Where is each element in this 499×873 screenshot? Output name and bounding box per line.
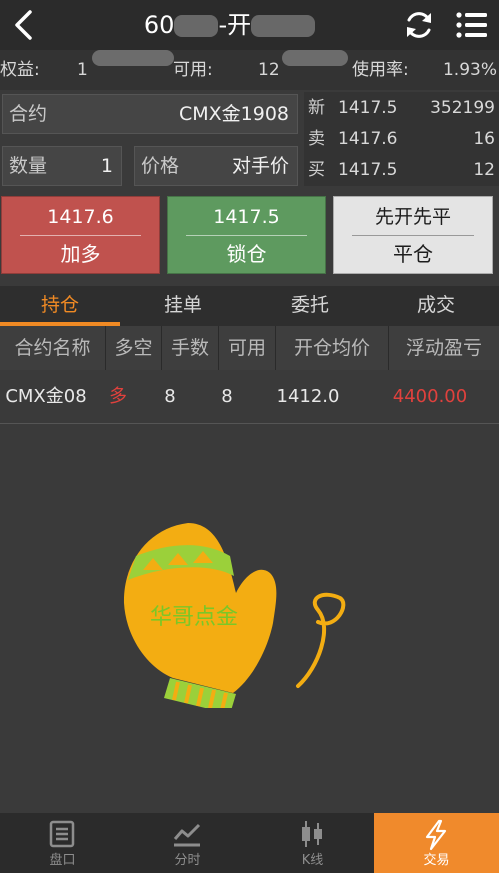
- close-label: 平仓: [393, 242, 433, 266]
- title-prefix: 60: [143, 11, 175, 39]
- position-tabs: 持仓 挂单 委托 成交: [0, 286, 499, 326]
- col-avg-price: 开仓均价: [276, 326, 389, 370]
- list-menu-icon: [456, 12, 487, 38]
- price-label: 价格: [141, 155, 180, 177]
- contract-selector[interactable]: 合约 CMX金1908: [2, 94, 298, 134]
- col-direction: 多空: [106, 326, 162, 370]
- nav-kline[interactable]: K线: [250, 813, 375, 873]
- account-info-bar: 权益: 1 可用: 12 使用率: 1.93%: [0, 50, 499, 90]
- tab-pending[interactable]: 挂单: [123, 286, 243, 326]
- nav-kline-label: K线: [301, 853, 324, 868]
- timeshare-chart-icon: [173, 823, 201, 847]
- row-contract: CMX金08: [5, 386, 87, 407]
- tab-trades[interactable]: 成交: [376, 286, 496, 326]
- bottom-navigation: 盘口 分时 K线 交易: [0, 813, 499, 873]
- available-value: 12: [258, 50, 348, 90]
- quantity-field[interactable]: 数量 1: [2, 146, 122, 186]
- quantity-label: 数量: [9, 155, 48, 177]
- mitten-watermark: 华哥点金: [118, 518, 358, 714]
- quote-row-last: 新 1417.5 352199: [308, 98, 495, 118]
- close-position-button[interactable]: 先开先平 平仓: [333, 196, 493, 274]
- buy-long-label: 加多: [60, 242, 101, 266]
- row-lots: 8: [164, 386, 176, 407]
- equity-value: 1: [77, 50, 174, 90]
- col-lots: 手数: [162, 326, 219, 370]
- row-avg-price: 1412.0: [276, 386, 340, 407]
- title-middle: -开: [218, 11, 252, 39]
- lock-position-button[interactable]: 1417.5 锁仓: [167, 196, 326, 274]
- nav-timeshare-label: 分时: [174, 853, 201, 868]
- refresh-icon: [407, 12, 431, 38]
- quantity-value: 1: [100, 155, 113, 177]
- nav-orderbook[interactable]: 盘口: [0, 813, 125, 873]
- nav-timeshare[interactable]: 分时: [125, 813, 250, 873]
- buy-long-price: 1417.6: [47, 206, 114, 228]
- equity-label: 权益:: [0, 60, 40, 80]
- candlestick-icon: [302, 821, 322, 847]
- row-direction: 多: [109, 386, 127, 407]
- contract-label: 合约: [9, 103, 48, 125]
- positions-table-header: 合约名称 多空 手数 可用 开仓均价 浮动盈亏: [0, 326, 499, 370]
- usage-label: 使用率:: [352, 60, 409, 80]
- price-value: 对手价: [231, 155, 289, 177]
- available-label: 可用:: [173, 60, 213, 80]
- redacted-block: [251, 15, 316, 37]
- quote-panel: 新 1417.5 352199 卖 1417.6 16 买 1417.5 12: [304, 92, 499, 186]
- nav-trade[interactable]: 交易: [374, 813, 499, 873]
- chevron-left-icon: [15, 10, 32, 40]
- contract-value: CMX金1908: [178, 103, 289, 125]
- nav-orderbook-label: 盘口: [49, 853, 76, 868]
- lock-label: 锁仓: [226, 242, 267, 266]
- col-contract: 合约名称: [0, 326, 106, 370]
- col-pnl: 浮动盈亏: [405, 337, 482, 359]
- back-button[interactable]: [8, 8, 42, 42]
- quote-row-ask: 卖 1417.6 16: [308, 129, 495, 149]
- mitten-icon: 华哥点金: [123, 523, 346, 714]
- nav-trade-label: 交易: [423, 853, 450, 868]
- menu-button[interactable]: [454, 8, 490, 42]
- refresh-button[interactable]: [402, 8, 436, 42]
- close-mode-label: 先开先平: [374, 206, 451, 228]
- buy-long-button[interactable]: 1417.6 加多: [1, 196, 160, 274]
- usage-value: 1.93%: [442, 60, 497, 80]
- lightning-icon: [425, 819, 447, 851]
- page-title: 60 -开: [60, 0, 399, 50]
- table-row[interactable]: CMX金08 多 8 8 1412.0 4400.00: [0, 370, 499, 424]
- watermark-text: 华哥点金: [150, 605, 238, 630]
- top-bar: 60 -开: [0, 0, 499, 50]
- orderbook-icon: [49, 820, 75, 848]
- row-available: 8: [221, 386, 233, 407]
- quote-row-bid: 买 1417.5 12: [308, 160, 495, 180]
- tab-positions[interactable]: 持仓: [0, 286, 120, 326]
- redacted-block: [174, 15, 219, 37]
- row-pnl: 4400.00: [392, 386, 468, 407]
- lock-price: 1417.5: [213, 206, 280, 228]
- col-available: 可用: [219, 326, 276, 370]
- tab-orders[interactable]: 委托: [250, 286, 370, 326]
- price-field[interactable]: 价格 对手价: [134, 146, 298, 186]
